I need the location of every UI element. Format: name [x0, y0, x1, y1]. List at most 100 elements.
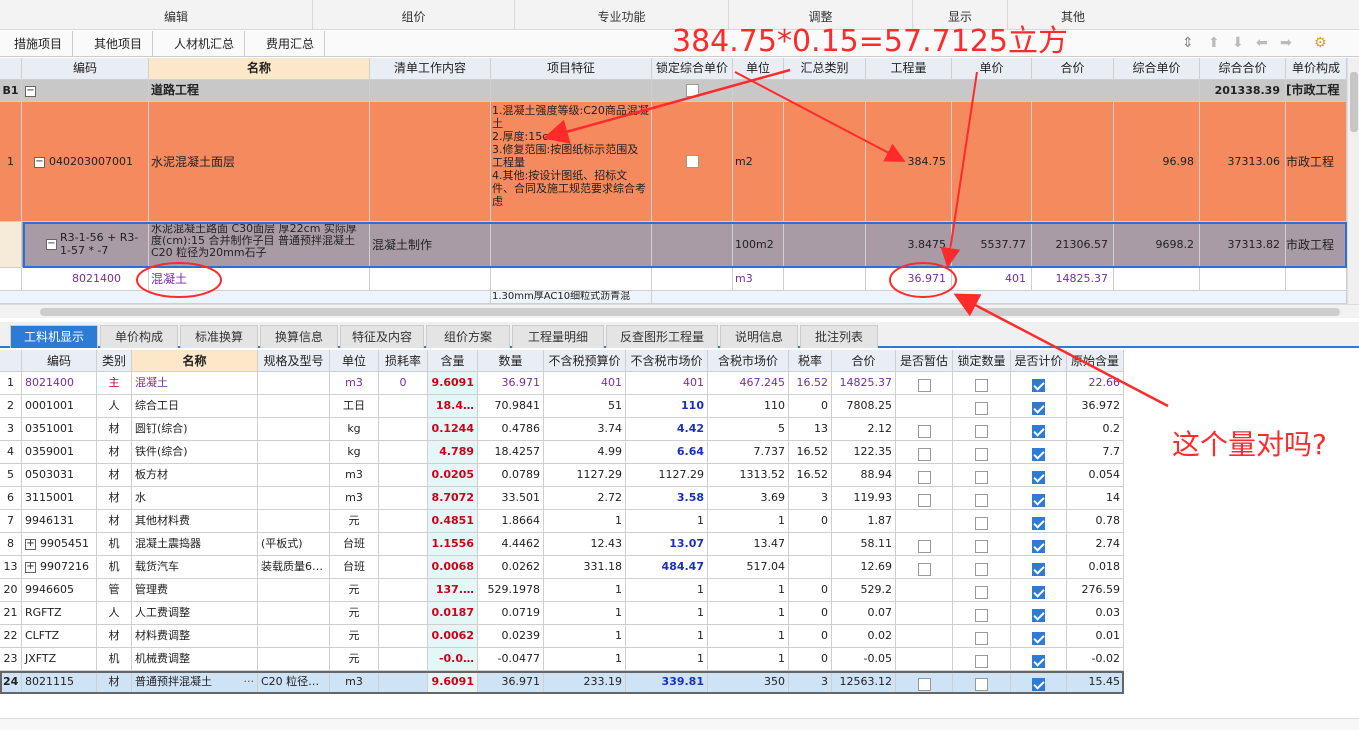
resource-code[interactable]: CLFTZ — [22, 625, 97, 648]
minus-icon[interactable]: − — [46, 239, 57, 250]
tab-conversion-info[interactable]: 换算信息 — [260, 325, 338, 348]
resource-content[interactable]: 0.1244 — [428, 418, 478, 441]
resource-loss[interactable] — [379, 648, 428, 671]
resource-content[interactable]: 0.0187 — [428, 602, 478, 625]
resource-total[interactable]: 12563.12 — [832, 671, 896, 694]
resource-tax-rate[interactable] — [789, 556, 832, 579]
resource-name[interactable]: 混凝土 — [132, 372, 258, 395]
col-header-category[interactable]: 汇总类别 — [784, 58, 866, 80]
resource-budget-price[interactable]: 1 — [544, 579, 626, 602]
resource-loss[interactable] — [379, 625, 428, 648]
resource-original-content[interactable]: 15.45 — [1067, 671, 1124, 694]
resource-quantity[interactable]: 0.4786 — [478, 418, 544, 441]
col-header-comp-total[interactable]: 综合合价 — [1200, 58, 1286, 80]
priced-checkbox[interactable] — [1032, 516, 1045, 530]
resource-spec[interactable] — [258, 579, 330, 602]
resource-spec[interactable]: (平板式) — [258, 533, 330, 556]
priced-checkbox[interactable] — [1032, 585, 1045, 599]
lock-quantity-checkbox[interactable] — [975, 401, 988, 415]
tab-resources[interactable]: 工料机显示 — [10, 325, 98, 348]
resource-taxed-price[interactable]: 467.245 — [708, 372, 789, 395]
resource-spec[interactable] — [258, 464, 330, 487]
resource-content[interactable]: 9.6091 — [428, 671, 478, 694]
resource-name[interactable]: 综合工日 — [132, 395, 258, 418]
resource-name[interactable]: 管理费 — [132, 579, 258, 602]
resource-name[interactable]: 普通预拌混凝土 ··· — [132, 671, 258, 694]
resource-budget-price[interactable]: 51 — [544, 395, 626, 418]
resource-taxed-price[interactable]: 5 — [708, 418, 789, 441]
minus-icon[interactable]: − — [25, 85, 36, 97]
lock-quantity-checkbox[interactable] — [975, 447, 988, 461]
col-header-p2[interactable]: 不含税市场价 — [626, 350, 708, 372]
move-down-icon[interactable]: ⬇ — [1232, 35, 1244, 51]
resource-taxed-price[interactable]: 1 — [708, 625, 789, 648]
resource-total[interactable]: -0.05 — [832, 648, 896, 671]
resource-market-price[interactable]: 4.42 — [626, 418, 708, 441]
estimate-checkbox[interactable] — [917, 539, 931, 553]
resource-tax-rate[interactable]: 0 — [789, 395, 832, 418]
resource-taxed-price[interactable]: 7.737 — [708, 441, 789, 464]
resource-spec[interactable]: C20 粒径… — [258, 671, 330, 694]
tab-other-items[interactable]: 其他项目 — [84, 31, 154, 57]
resource-code[interactable]: 0359001 — [22, 441, 97, 464]
resource-quantity[interactable]: 70.9841 — [478, 395, 544, 418]
resource-budget-price[interactable]: 233.19 — [544, 671, 626, 694]
resource-spec[interactable]: 装载质量6… — [258, 556, 330, 579]
resource-total[interactable]: 1.87 — [832, 510, 896, 533]
horizontal-scrollbar[interactable] — [0, 304, 1359, 318]
resource-original-content[interactable]: 0.03 — [1067, 602, 1124, 625]
priced-checkbox[interactable] — [1032, 562, 1045, 576]
resource-market-price[interactable]: 1 — [626, 625, 708, 648]
collapse-toggle[interactable]: − — [22, 80, 149, 102]
material-quantity[interactable]: 36.971 — [866, 268, 952, 291]
resource-market-price[interactable]: 6.64 — [626, 441, 708, 464]
resource-taxed-price[interactable]: 1 — [708, 510, 789, 533]
resource-total[interactable]: 0.02 — [832, 625, 896, 648]
resource-total[interactable]: 529.2 — [832, 579, 896, 602]
col-header-unit-price[interactable]: 单价 — [952, 58, 1032, 80]
resource-code[interactable]: 9946131 — [22, 510, 97, 533]
resource-total[interactable]: 2.12 — [832, 418, 896, 441]
lock-price-checkbox[interactable] — [685, 155, 699, 168]
tab-price-structure[interactable]: 单价构成 — [100, 325, 178, 348]
col-header-jj[interactable]: 是否计价 — [1011, 350, 1067, 372]
col-header-quantity[interactable]: 工程量 — [866, 58, 952, 80]
resource-original-content[interactable]: 0.01 — [1067, 625, 1124, 648]
resource-content[interactable]: 0.4851 — [428, 510, 478, 533]
resource-name[interactable]: 其他材料费 — [132, 510, 258, 533]
resource-original-content[interactable]: 7.7 — [1067, 441, 1124, 464]
col-header-comp-price[interactable]: 综合单价 — [1114, 58, 1200, 80]
tab-comments[interactable]: 批注列表 — [800, 325, 878, 348]
resource-tax-rate[interactable]: 3 — [789, 487, 832, 510]
resource-quantity[interactable]: 18.4257 — [478, 441, 544, 464]
tab-description[interactable]: 说明信息 — [720, 325, 798, 348]
resource-code[interactable]: 9946605 — [22, 579, 97, 602]
estimate-checkbox[interactable] — [917, 677, 931, 691]
item-feature[interactable]: 1.混凝土强度等级:C20商品混凝土 2.厚度:15cm 3.修复范围:按图纸标… — [491, 102, 652, 222]
col-header-p3[interactable]: 含税市场价 — [708, 350, 789, 372]
resource-name[interactable]: 混凝土震捣器 — [132, 533, 258, 556]
more-icon[interactable]: ··· — [244, 671, 255, 693]
resource-quantity[interactable]: 0.0239 — [478, 625, 544, 648]
resource-spec[interactable] — [258, 487, 330, 510]
resource-tax-rate[interactable] — [789, 533, 832, 556]
resource-spec[interactable] — [258, 510, 330, 533]
lock-quantity-checkbox[interactable] — [975, 631, 988, 645]
resource-tax-rate[interactable]: 13 — [789, 418, 832, 441]
resource-quantity[interactable]: 0.0262 — [478, 556, 544, 579]
col-header-loss[interactable]: 损耗率 — [379, 350, 428, 372]
resource-taxed-price[interactable]: 1 — [708, 648, 789, 671]
resource-budget-price[interactable]: 1 — [544, 648, 626, 671]
resource-total[interactable]: 14825.37 — [832, 372, 896, 395]
resource-content[interactable]: 18.4… — [428, 395, 478, 418]
lock-quantity-checkbox[interactable] — [975, 470, 988, 484]
resource-total[interactable]: 12.69 — [832, 556, 896, 579]
resource-original-content[interactable]: 22.66 — [1067, 372, 1124, 395]
material-code[interactable]: 8021400 — [22, 268, 149, 291]
estimate-checkbox[interactable] — [917, 447, 931, 461]
resource-market-price[interactable]: 339.81 — [626, 671, 708, 694]
resource-code[interactable]: 0351001 — [22, 418, 97, 441]
col-header-work[interactable]: 清单工作内容 — [370, 58, 491, 80]
resource-budget-price[interactable]: 331.18 — [544, 556, 626, 579]
priced-checkbox[interactable] — [1032, 631, 1045, 645]
